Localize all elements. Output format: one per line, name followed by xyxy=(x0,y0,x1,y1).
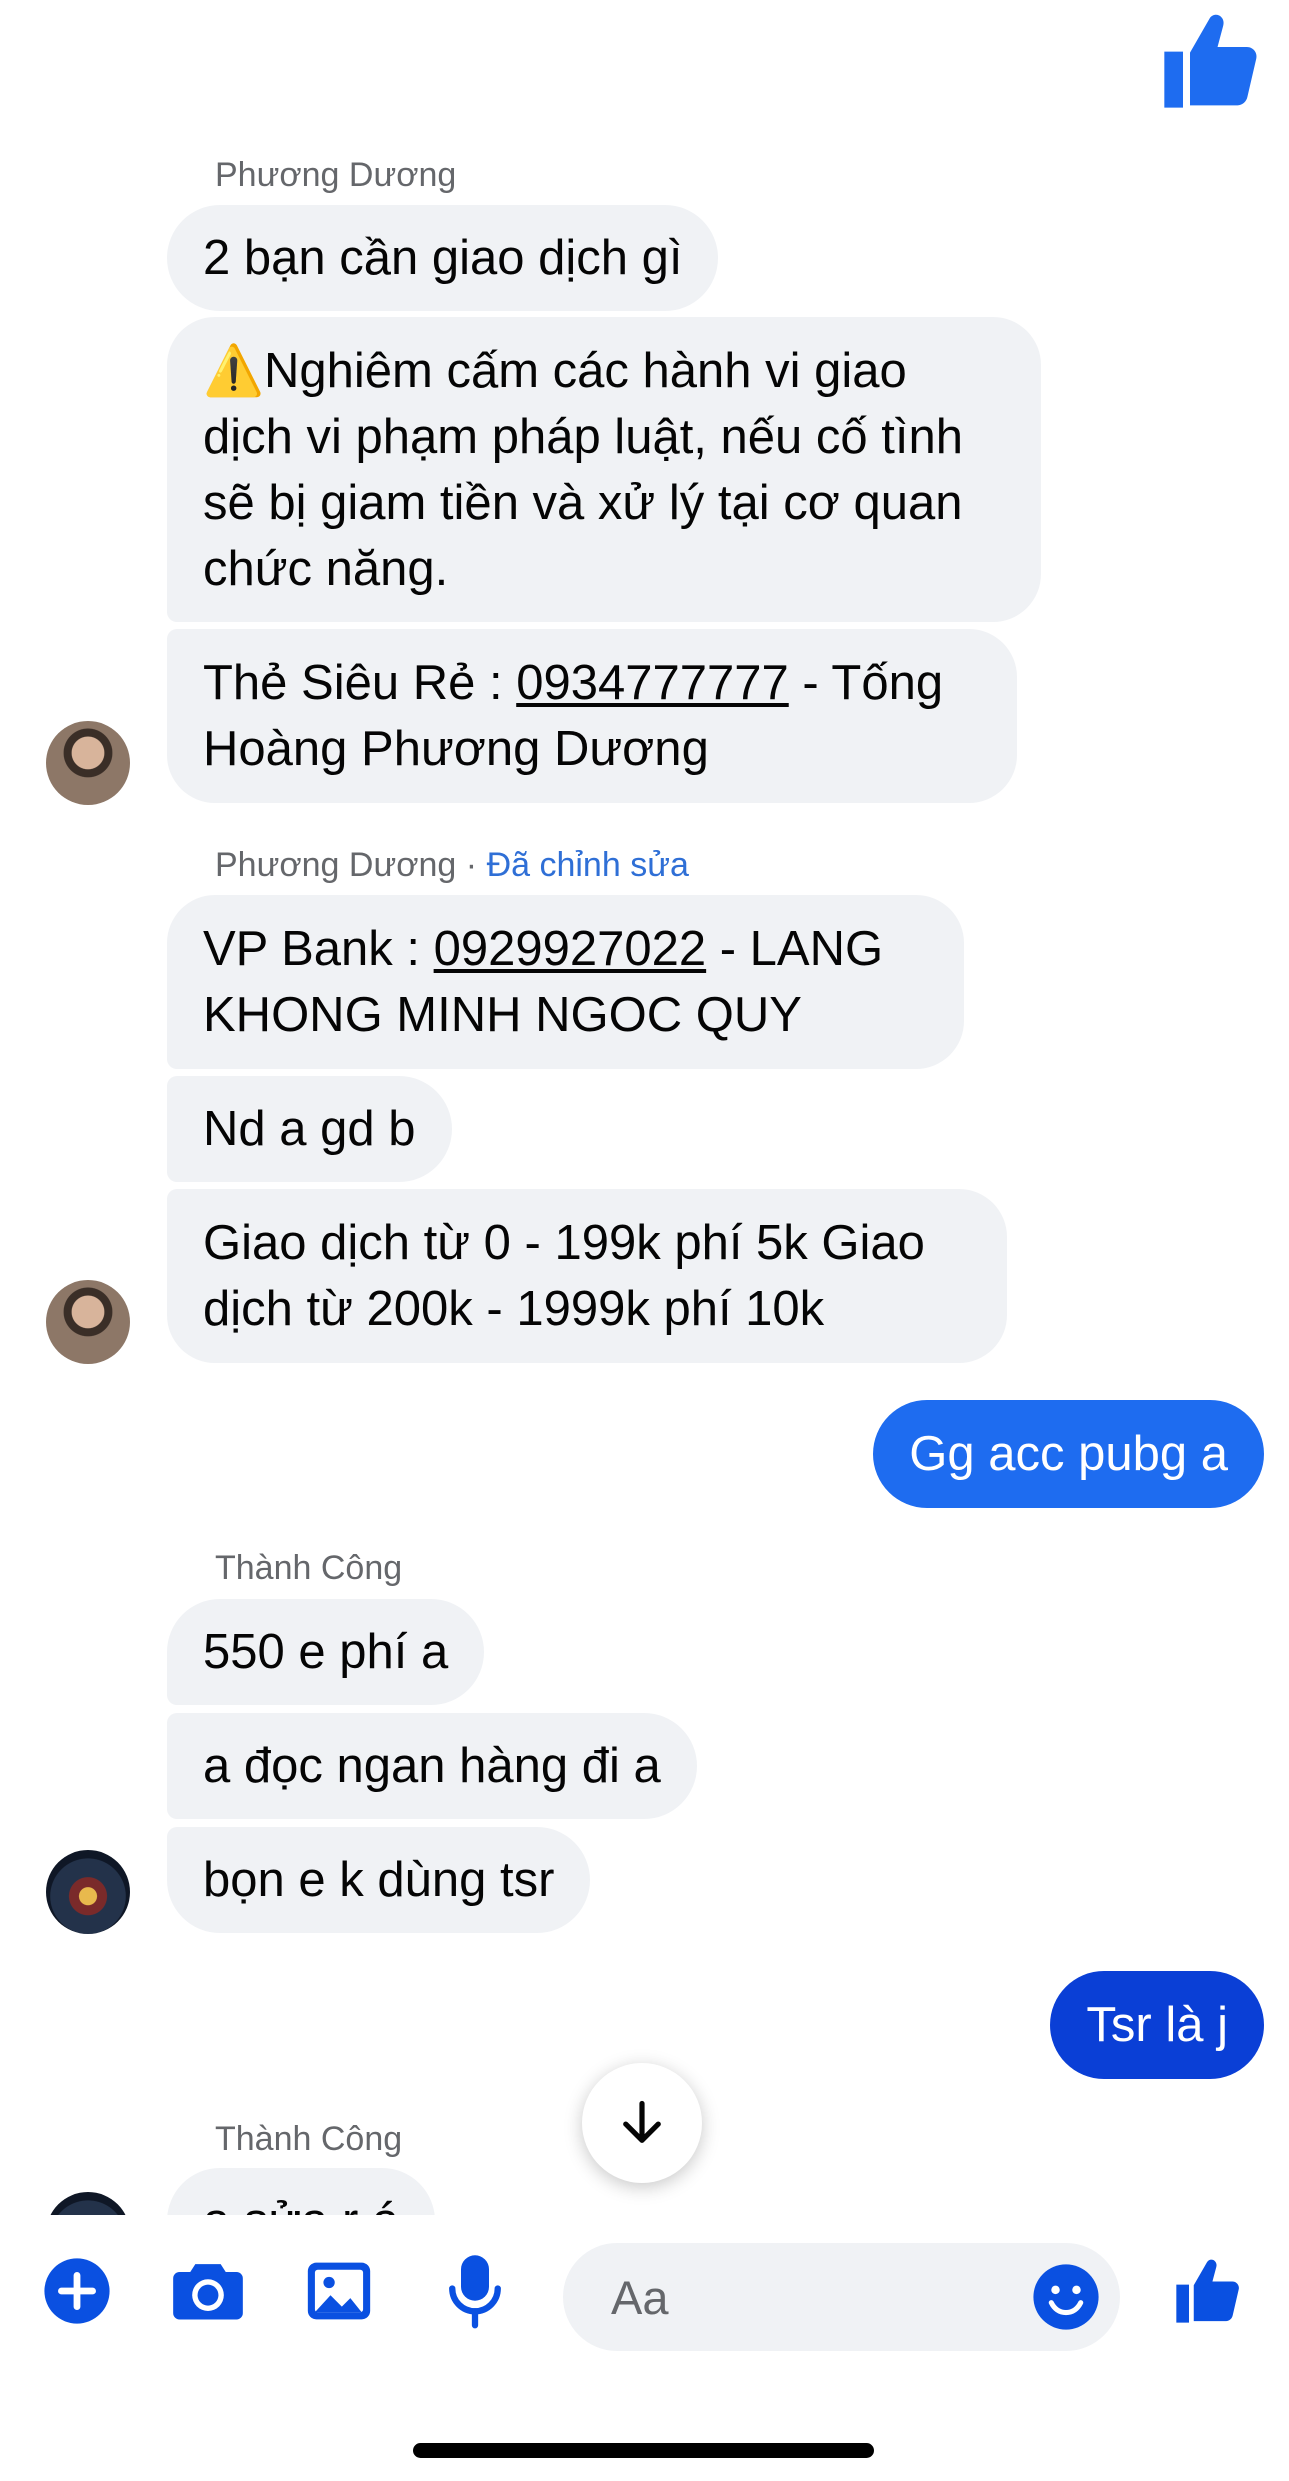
camera-button[interactable] xyxy=(170,2259,246,2323)
message-text: a đọc ngan hàng đi a xyxy=(203,1739,661,1793)
camera-icon xyxy=(173,2264,243,2320)
message-text: Giao dịch từ 0 - 199k phí 5k Giao dịch t… xyxy=(203,1216,925,1336)
thumbs-up-icon xyxy=(1176,2259,1239,2323)
message-bubble-incoming[interactable]: VP Bank : 0929927022 - LANG KHONG MINH N… xyxy=(167,895,964,1069)
message-text: ⚠️Nghiêm cấm các hành vi giao dịch vi ph… xyxy=(203,343,964,596)
message-composer: Aa xyxy=(0,2215,1289,2481)
avatar[interactable] xyxy=(46,1850,130,1934)
message-text: Tsr là j xyxy=(1086,1998,1228,2052)
message-bubble-outgoing[interactable]: Gg acc pubg a xyxy=(873,1400,1264,1508)
microphone-icon xyxy=(449,2255,501,2329)
home-indicator xyxy=(413,2443,874,2458)
emoji-button[interactable] xyxy=(1032,2263,1100,2331)
sender-name: Phương Dương xyxy=(215,156,457,194)
edited-label[interactable]: Đã chỉnh sửa xyxy=(487,846,689,884)
phone-link[interactable]: 0929927022 xyxy=(434,922,707,976)
avatar[interactable] xyxy=(46,721,130,805)
message-text: 550 e phí a xyxy=(203,1625,449,1679)
sender-name: Thành Công xyxy=(215,2120,403,2158)
add-button[interactable] xyxy=(43,2257,111,2325)
gallery-button[interactable] xyxy=(305,2257,373,2325)
plus-circle-icon xyxy=(44,2258,110,2324)
scroll-to-bottom-button[interactable] xyxy=(582,2063,702,2183)
message-bubble-incoming[interactable]: Giao dịch từ 0 - 199k phí 5k Giao dịch t… xyxy=(167,1189,1007,1363)
thumbs-up-icon xyxy=(1155,5,1267,117)
message-text: a sửa r á xyxy=(203,2188,399,2215)
message-bubble-incoming[interactable]: a đọc ngan hàng đi a xyxy=(167,1713,697,1819)
arrow-down-icon xyxy=(623,2100,661,2143)
image-icon xyxy=(307,2262,371,2320)
message-text: Gg acc pubg a xyxy=(909,1427,1228,1481)
message-bubble-incoming[interactable]: 550 e phí a xyxy=(167,1599,485,1705)
message-text: bọn e k dùng tsr xyxy=(203,1853,555,1907)
sender-name: Phương Dương · Đã chỉnh sửa xyxy=(215,846,689,884)
messenger-chat-screen: Phương Dương 2 bạn cần giao dịch gì ⚠️Ng… xyxy=(0,0,1289,2481)
message-bubble-incoming[interactable]: Thẻ Siêu Rẻ : 0934777777 - Tống Hoàng Ph… xyxy=(167,629,1017,803)
message-bubble-incoming[interactable]: ⚠️Nghiêm cấm các hành vi giao dịch vi ph… xyxy=(167,317,1041,622)
smiley-icon xyxy=(1033,2264,1099,2330)
message-bubble-outgoing[interactable]: Tsr là j xyxy=(1050,1971,1264,2079)
message-bubble-incoming[interactable]: bọn e k dùng tsr xyxy=(167,1827,591,1933)
message-text: Nd a gd b xyxy=(203,1102,416,1156)
message-text: 2 bạn cần giao dịch gì xyxy=(203,231,683,285)
voice-message-button[interactable] xyxy=(447,2253,503,2331)
phone-link[interactable]: 0934777777 xyxy=(516,656,789,710)
message-thread[interactable]: Phương Dương 2 bạn cần giao dịch gì ⚠️Ng… xyxy=(0,0,1289,2215)
message-input-placeholder: Aa xyxy=(611,2270,669,2324)
avatar[interactable] xyxy=(46,1280,130,1364)
send-like-button[interactable] xyxy=(1170,2253,1246,2329)
message-bubble-incoming[interactable]: 2 bạn cần giao dịch gì xyxy=(167,205,719,311)
avatar[interactable] xyxy=(46,2192,130,2215)
sender-name: Thành Công xyxy=(215,1549,403,1587)
message-bubble-incoming[interactable]: Nd a gd b xyxy=(167,1076,452,1182)
message-bubble-incoming[interactable]: a sửa r á xyxy=(167,2168,436,2215)
message-input[interactable]: Aa xyxy=(563,2243,1120,2351)
message-text: VP Bank : 0929927022 - LANG KHONG MINH N… xyxy=(203,922,884,1042)
message-text: Thẻ Siêu Rẻ : 0934777777 - Tống Hoàng Ph… xyxy=(203,656,944,776)
